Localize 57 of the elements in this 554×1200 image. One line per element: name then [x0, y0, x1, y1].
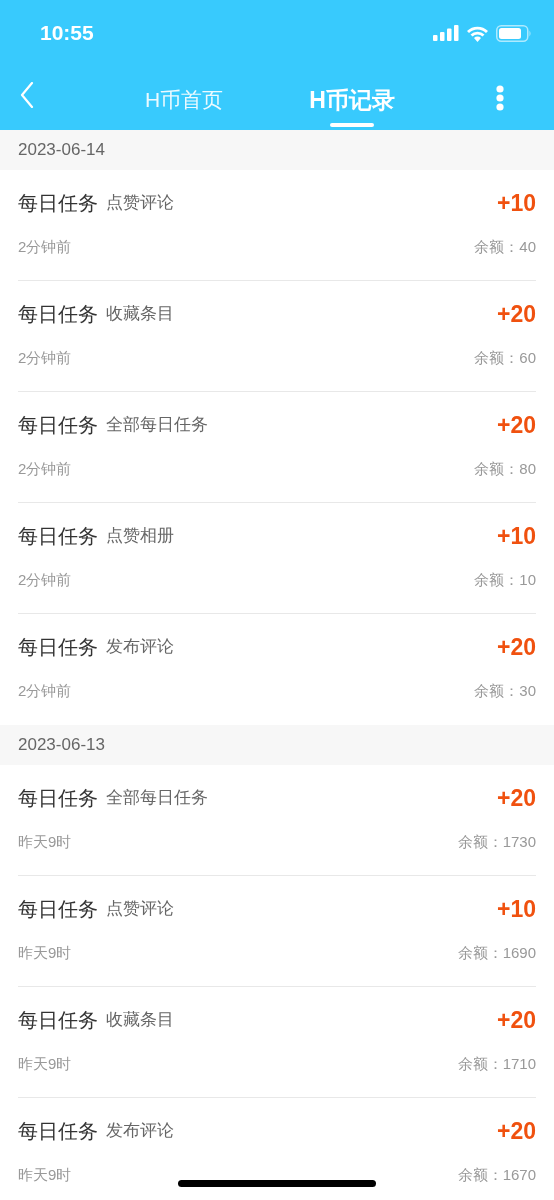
record-category: 每日任务 — [18, 635, 98, 660]
record-amount: +10 — [497, 188, 536, 218]
more-icon — [496, 85, 504, 111]
record-time: 2分钟前 — [18, 236, 72, 257]
record-task: 全部每日任务 — [106, 414, 208, 437]
record-amount: +20 — [497, 783, 536, 813]
battery-icon — [496, 24, 532, 42]
tab-indicator — [330, 123, 374, 127]
record-time: 2分钟前 — [18, 458, 72, 479]
record-task: 点赞相册 — [106, 525, 174, 548]
record-time: 昨天9时 — [18, 1053, 72, 1074]
record-amount: +20 — [497, 632, 536, 662]
record-task: 全部每日任务 — [106, 787, 208, 810]
record-category: 每日任务 — [18, 524, 98, 549]
record-category: 每日任务 — [18, 897, 98, 922]
record-time: 2分钟前 — [18, 347, 72, 368]
record-task: 点赞评论 — [106, 192, 174, 215]
record-category: 每日任务 — [18, 786, 98, 811]
status-time: 10:55 — [40, 20, 94, 47]
record-task: 发布评论 — [106, 1120, 174, 1143]
record-balance: 余额：80 — [474, 458, 536, 479]
record-amount: +20 — [497, 1116, 536, 1146]
record-category: 每日任务 — [18, 1119, 98, 1144]
record-category: 每日任务 — [18, 1008, 98, 1033]
record-task: 点赞评论 — [106, 898, 174, 921]
record-balance: 余额：1690 — [457, 942, 536, 963]
record-amount: +10 — [497, 894, 536, 924]
record-balance: 余额：30 — [474, 680, 536, 701]
record-task: 发布评论 — [106, 636, 174, 659]
record-balance: 余额：1670 — [457, 1164, 536, 1185]
record-amount: +10 — [497, 521, 536, 551]
record-time: 2分钟前 — [18, 569, 72, 590]
record-task: 收藏条目 — [106, 1009, 174, 1032]
record-amount: +20 — [497, 299, 536, 329]
record-balance: 余额：1710 — [457, 1053, 536, 1074]
date-header: 2023-06-14 — [18, 139, 105, 162]
record-time: 昨天9时 — [18, 831, 72, 852]
signal-icon — [433, 25, 459, 41]
record-balance: 余额：40 — [474, 236, 536, 257]
record-amount: +20 — [497, 410, 536, 440]
record-amount: +20 — [497, 1005, 536, 1035]
more-button[interactable] — [494, 84, 506, 112]
wifi-icon — [466, 24, 489, 42]
record-balance: 余额：10 — [474, 569, 536, 590]
nav-tab[interactable]: H币首页 — [100, 78, 268, 122]
record-category: 每日任务 — [18, 191, 98, 216]
record-balance: 余额：60 — [474, 347, 536, 368]
record-category: 每日任务 — [18, 413, 98, 438]
record-balance: 余额：1730 — [457, 831, 536, 852]
record-task: 收藏条目 — [106, 303, 174, 326]
record-category: 每日任务 — [18, 302, 98, 327]
back-icon — [20, 82, 34, 108]
record-time: 昨天9时 — [18, 942, 72, 963]
date-header: 2023-06-13 — [18, 734, 105, 757]
record-time: 昨天9时 — [18, 1164, 72, 1185]
record-time: 2分钟前 — [18, 680, 72, 701]
nav-tab[interactable]: H币记录 — [268, 78, 436, 122]
